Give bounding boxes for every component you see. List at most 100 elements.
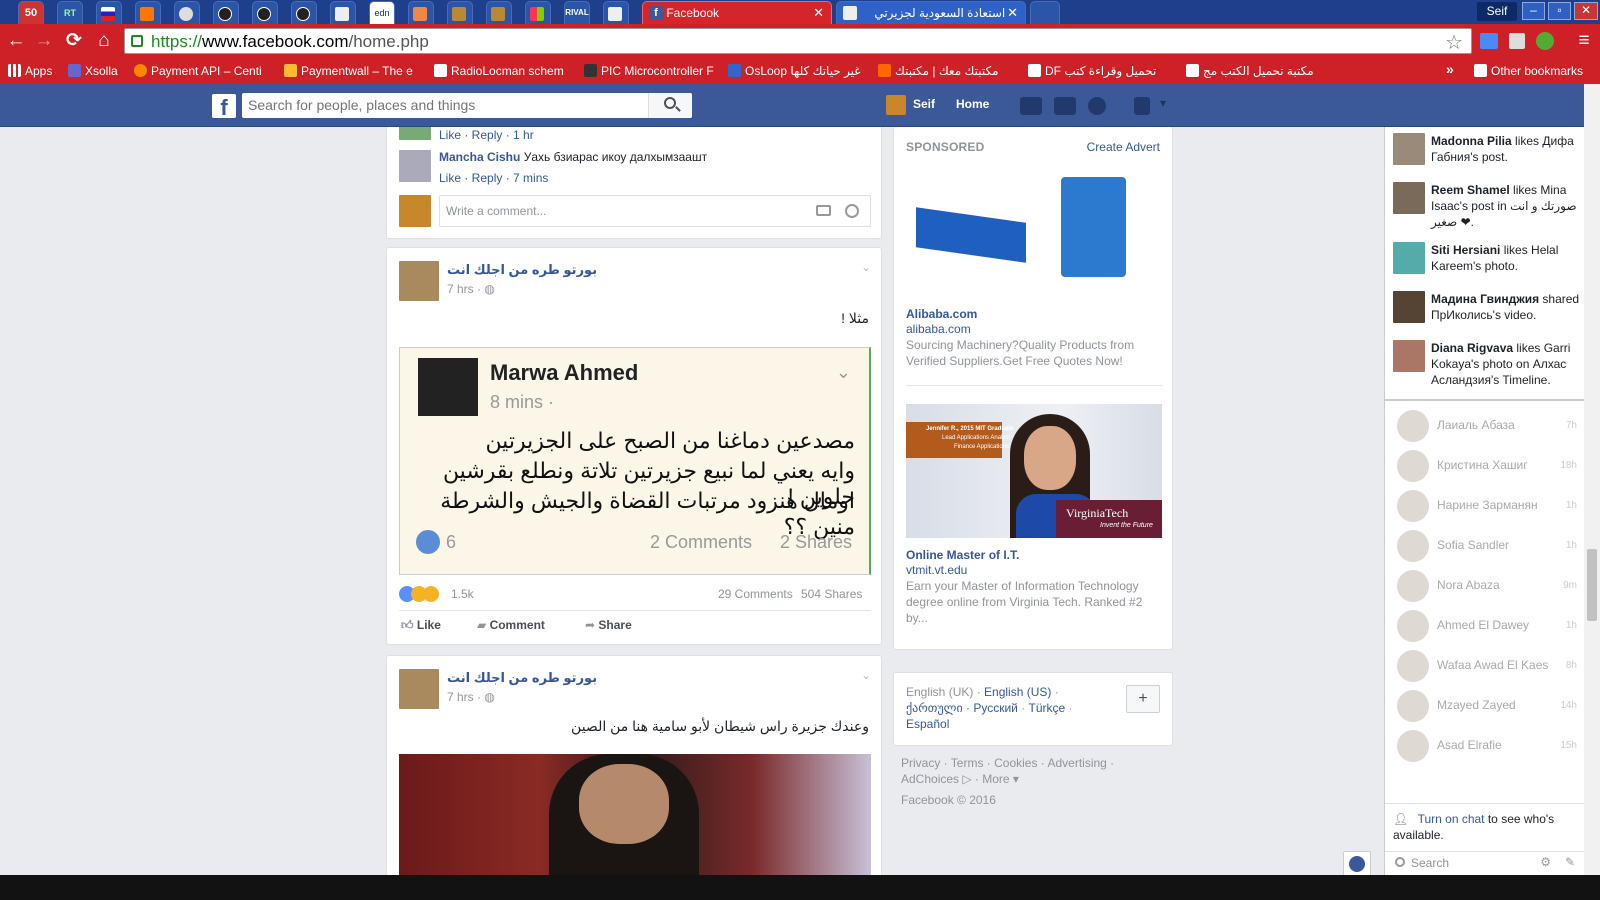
browser-tab[interactable]: RIVAL — [564, 1, 590, 24]
messages-icon[interactable] — [1054, 97, 1076, 115]
browser-tab[interactable] — [603, 1, 629, 24]
bookmark-item[interactable]: PIC Microcontroller F — [584, 63, 718, 79]
menu-icon[interactable]: ≡ — [1572, 29, 1596, 53]
post-time[interactable]: 7 hrs · ◍ — [447, 690, 495, 704]
friend-requests-icon[interactable] — [1020, 97, 1042, 115]
lang-russian[interactable]: Русский — [973, 701, 1018, 715]
ad-image[interactable] — [906, 167, 1162, 292]
post-options-icon[interactable]: ⌄ — [861, 260, 871, 274]
avatar[interactable] — [399, 150, 431, 182]
compose-icon[interactable]: ✎ — [1565, 855, 1575, 869]
browser-tab[interactable] — [252, 1, 278, 24]
bookmark-item[interactable]: RadioLocman schem — [434, 63, 574, 79]
globe-icon[interactable] — [1343, 851, 1371, 877]
turn-on-chat-link[interactable]: Turn on chat — [1418, 812, 1485, 826]
bookmark-item[interactable]: Paymentwall – The e — [284, 63, 424, 79]
reaction-count[interactable]: 1.5k — [451, 587, 474, 601]
tab-facebook[interactable]: f Facebook ✕ — [642, 1, 832, 24]
chat-contact[interactable]: Кристина Хашиг 18h — [1385, 448, 1585, 484]
browser-tab[interactable] — [447, 1, 473, 24]
browser-tab[interactable] — [486, 1, 512, 24]
chat-contact[interactable]: Nora Abaza 9m — [1385, 568, 1585, 604]
comment-button[interactable]: ▰ Comment — [477, 618, 545, 632]
bookmark-item[interactable]: DF تحميل وقراءة كتب — [1028, 63, 1178, 79]
browser-tab[interactable] — [96, 1, 122, 24]
lang-georgian[interactable]: ქართული · — [906, 701, 973, 715]
chat-search[interactable]: Search ⚙ ✎ — [1385, 851, 1585, 873]
extension-icon[interactable] — [1505, 29, 1529, 53]
close-window-button[interactable]: ✕ — [1574, 2, 1598, 20]
create-advert-link[interactable]: Create Advert — [1087, 140, 1160, 154]
browser-tab[interactable] — [135, 1, 161, 24]
privacy-shortcuts-icon[interactable] — [1134, 97, 1150, 115]
page-avatar[interactable] — [399, 261, 439, 301]
minimize-button[interactable]: – — [1522, 2, 1545, 20]
scrollbar-thumb[interactable] — [1587, 549, 1597, 621]
browser-tab[interactable]: 50 — [18, 1, 44, 24]
browser-tab[interactable]: edn — [369, 1, 395, 24]
post-options-icon[interactable]: ⌄ — [861, 668, 871, 682]
ad-title[interactable]: Alibaba.com — [906, 307, 977, 321]
search-input[interactable] — [248, 97, 648, 113]
comment-input[interactable]: Write a comment... — [446, 204, 546, 218]
ad-url[interactable]: vtmit.vt.edu — [906, 563, 967, 577]
forward-icon[interactable]: → — [32, 29, 56, 53]
browser-tab[interactable] — [291, 1, 317, 24]
home-icon[interactable]: ⌂ — [92, 29, 116, 53]
bookmarks-overflow[interactable]: » — [1446, 61, 1454, 77]
share-button[interactable]: ➦ Share — [585, 618, 632, 632]
back-icon[interactable]: ← — [4, 29, 28, 53]
post-image[interactable] — [399, 754, 871, 875]
reload-icon[interactable]: ⟳ — [62, 29, 86, 53]
profile-button[interactable]: Seif — [1477, 2, 1517, 21]
search-button[interactable] — [648, 93, 692, 118]
chat-contact[interactable]: Нарине Зарманян 1h — [1385, 488, 1585, 524]
lang-english-us[interactable]: English (US) — [984, 685, 1051, 699]
maximize-button[interactable]: ▫ — [1548, 2, 1571, 20]
browser-tab[interactable] — [330, 1, 356, 24]
chat-contact[interactable]: Sofia Sandler 1h — [1385, 528, 1585, 564]
address-bar[interactable]: https://www.facebook.com/home.php ☆ — [124, 28, 1472, 54]
camera-icon[interactable] — [816, 205, 831, 216]
share-count[interactable]: 504 Shares — [801, 587, 862, 601]
ad-image[interactable]: Jennifer R., 2015 MIT Graduate Lead Appl… — [906, 404, 1162, 538]
close-icon[interactable]: ✕ — [813, 2, 824, 24]
chat-contact[interactable]: Ahmed El Dawey 1h — [1385, 608, 1585, 644]
other-bookmarks[interactable]: Other bookmarks — [1474, 63, 1583, 79]
bookmark-item[interactable]: مكتبة تحميل الكتب مج — [1186, 63, 1326, 79]
post-author[interactable]: بورتو طره من اجلك انت — [447, 670, 597, 686]
tab-article[interactable]: استعادة السعودية لجزيرتي ✕ — [836, 1, 1026, 24]
emoji-icon[interactable] — [845, 204, 859, 218]
bookmark-apps[interactable]: Apps — [8, 63, 62, 79]
bookmark-item[interactable]: مكتبتك معك | مكتبتك — [878, 63, 1018, 79]
search-box[interactable] — [242, 93, 692, 118]
chat-contact[interactable]: Mzayed Zayed 14h — [1385, 688, 1585, 724]
chat-contact[interactable]: Asad Elrafie 15h — [1385, 728, 1585, 764]
translate-icon[interactable] — [1477, 29, 1501, 53]
comment-actions[interactable]: Like · Reply · 1 hr — [439, 128, 534, 142]
profile-link[interactable]: Seif — [913, 97, 935, 111]
page-avatar[interactable] — [399, 669, 439, 709]
lang-english-uk[interactable]: English (UK) · — [906, 685, 984, 699]
add-language-button[interactable]: + — [1126, 685, 1160, 713]
comment-actions[interactable]: Like · Reply · 7 mins — [439, 171, 548, 185]
avatar[interactable] — [886, 95, 906, 115]
like-button[interactable]: 👍︎ Like — [401, 618, 441, 633]
post-time[interactable]: 7 hrs · ◍ — [447, 282, 495, 296]
chat-contact[interactable]: Лаиаль Абаза 7h — [1385, 408, 1585, 444]
ad-url[interactable]: alibaba.com — [906, 322, 971, 336]
star-icon[interactable]: ☆ — [1445, 30, 1463, 55]
reactions-icon[interactable] — [399, 586, 445, 602]
browser-tab[interactable] — [408, 1, 434, 24]
new-tab-button[interactable] — [1030, 1, 1060, 24]
comment-count[interactable]: 29 Comments — [718, 587, 793, 601]
footer-line[interactable]: AdChoices ▷ · More ▾ — [901, 771, 1161, 787]
comment-author[interactable]: Mancha Cishu — [439, 150, 520, 164]
account-menu-icon[interactable]: ▾ — [1160, 96, 1166, 110]
browser-tab[interactable]: RT — [57, 1, 83, 24]
chat-contact[interactable]: Wafaa Awad El Kaes 8h — [1385, 648, 1585, 684]
lang-spanish[interactable]: Español — [906, 717, 949, 731]
notifications-icon[interactable] — [1088, 97, 1106, 115]
ad-title[interactable]: Online Master of I.T. — [906, 548, 1019, 562]
vpn-icon[interactable] — [1533, 29, 1557, 53]
